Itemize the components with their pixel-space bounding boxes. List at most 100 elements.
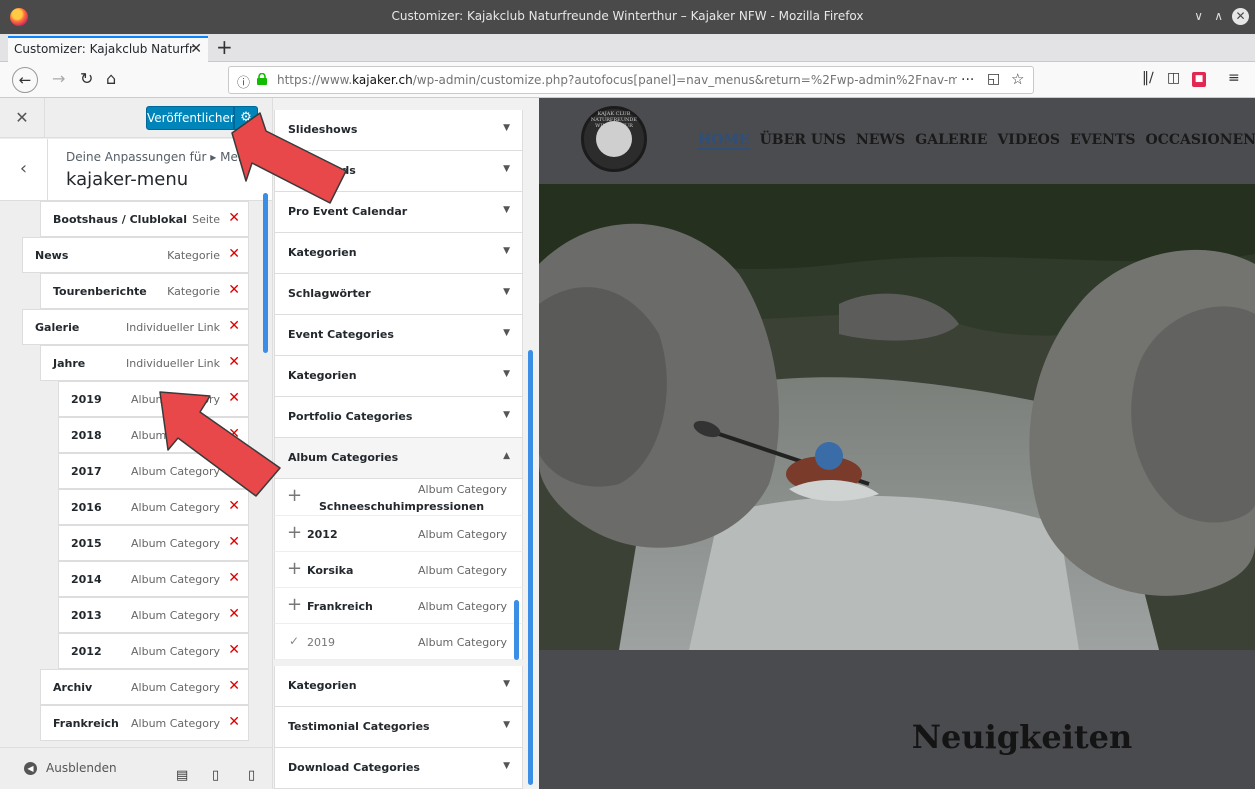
menu-item[interactable]: Archiv Album Category ✕ (40, 669, 249, 705)
delete-item-icon[interactable]: ✕ (228, 426, 240, 442)
menu-item[interactable]: 2016 Album Category ✕ (58, 489, 249, 525)
mobile-preview-icon[interactable]: ▯ (248, 768, 255, 783)
menu-item[interactable]: Tourenberichte Kategorie ✕ (40, 273, 249, 309)
browser-tab[interactable]: Customizer: Kajakclub Naturfr ✕ (8, 36, 208, 62)
info-icon[interactable]: ⓘ (237, 72, 250, 91)
collapse-sidebar-button[interactable]: Ausblenden (46, 761, 117, 775)
available-section[interactable]: Pro Event Calendar ▼ (274, 192, 523, 233)
add-item-icon[interactable]: + (287, 485, 302, 506)
delete-item-icon[interactable]: ✕ (228, 354, 240, 370)
menu-item[interactable]: Galerie Individueller Link ✕ (22, 309, 249, 345)
delete-item-icon[interactable]: ✕ (228, 318, 240, 334)
delete-item-icon[interactable]: ✕ (228, 462, 240, 478)
available-item[interactable]: + Frankreich Album Category (274, 588, 523, 624)
menu-item[interactable]: Jahre Individueller Link ✕ (40, 345, 249, 381)
pocket-icon[interactable]: ◱ (987, 71, 1000, 87)
collapse-arrow-icon[interactable]: ◀ (24, 762, 37, 775)
menu-item[interactable]: 2019 Album Category ✕ (58, 381, 249, 417)
site-nav-item[interactable]: EVENTS (1070, 132, 1136, 148)
new-tab-button[interactable]: + (216, 35, 233, 59)
url-text[interactable]: https://www.kajaker.ch/wp-admin/customiz… (277, 73, 957, 87)
reload-button[interactable]: ↻ (80, 69, 93, 88)
expand-triangle-icon[interactable]: ▼ (503, 410, 510, 420)
available-item[interactable]: + Album Category Schneeschuhimpressionen (274, 479, 523, 516)
available-section[interactable]: Kategorien ▼ (274, 356, 523, 397)
delete-item-icon[interactable]: ✕ (228, 606, 240, 622)
menu-item[interactable]: Frankreich Album Category ✕ (40, 705, 249, 741)
expand-triangle-icon[interactable]: ▼ (503, 246, 510, 256)
menu-item[interactable]: 2013 Album Category ✕ (58, 597, 249, 633)
addon-icon[interactable]: ■ (1192, 72, 1206, 87)
publish-button[interactable]: Veröffentlichen (146, 106, 238, 130)
delete-item-icon[interactable]: ✕ (228, 570, 240, 586)
add-item-icon[interactable]: + (287, 594, 302, 615)
delete-item-icon[interactable]: ✕ (228, 390, 240, 406)
sidebar-scrollbar[interactable] (263, 193, 268, 353)
available-section[interactable]: Downloads ▼ (274, 151, 523, 192)
url-bar[interactable]: ⓘ https://www.kajaker.ch/wp-admin/custom… (228, 66, 1034, 94)
expand-triangle-icon[interactable]: ▼ (503, 720, 510, 730)
tab-close-icon[interactable]: ✕ (190, 41, 202, 57)
menu-item[interactable]: 2012 Album Category ✕ (58, 633, 249, 669)
sidebar-icon[interactable]: ◫ (1167, 70, 1180, 86)
expand-triangle-icon[interactable]: ▼ (503, 369, 510, 379)
add-item-icon[interactable]: + (287, 522, 302, 543)
expand-triangle-icon[interactable]: ▼ (503, 328, 510, 338)
expand-triangle-icon[interactable]: ▼ (503, 761, 510, 771)
delete-item-icon[interactable]: ✕ (228, 642, 240, 658)
site-nav-item[interactable]: GALERIE (915, 132, 987, 148)
minimize-button[interactable]: ∨ (1194, 9, 1203, 23)
available-section[interactable]: Event Categories ▼ (274, 315, 523, 356)
hamburger-menu-icon[interactable]: ≡ (1228, 70, 1240, 86)
expand-triangle-icon[interactable]: ▼ (503, 287, 510, 297)
available-section[interactable]: Testimonial Categories ▼ (274, 707, 523, 748)
available-item[interactable]: ✓ 2019 Album Category (274, 624, 523, 660)
available-section[interactable]: Download Categories ▼ (274, 748, 523, 789)
back-chevron-icon[interactable]: ‹ (0, 139, 48, 201)
desktop-preview-icon[interactable]: ▤ (176, 768, 188, 783)
home-button[interactable]: ⌂ (106, 69, 116, 88)
expand-triangle-icon[interactable]: ▼ (503, 205, 510, 215)
available-section[interactable]: Slideshows ▼ (274, 110, 523, 151)
forward-button[interactable]: → (52, 69, 65, 88)
bookmark-star-icon[interactable]: ☆ (1011, 70, 1024, 88)
page-actions-icon[interactable]: ··· (961, 72, 974, 88)
delete-item-icon[interactable]: ✕ (228, 714, 240, 730)
available-item[interactable]: +2012 Album Category (274, 516, 523, 552)
menu-item[interactable]: 2015 Album Category ✕ (58, 525, 249, 561)
menu-item[interactable]: News Kategorie ✕ (22, 237, 249, 273)
club-logo[interactable]: KAJAK CLUB NATURFREUNDE WINTERTHUR (581, 106, 647, 172)
library-icon[interactable]: ‖∕ (1142, 70, 1154, 86)
expand-triangle-icon[interactable]: ▼ (503, 164, 510, 174)
expand-triangle-icon[interactable]: ▼ (503, 679, 510, 689)
available-item[interactable]: + Korsika Album Category (274, 552, 523, 588)
menu-item[interactable]: 2018 Album Category ✕ (58, 417, 249, 453)
collapse-triangle-icon[interactable]: ▲ (503, 451, 510, 461)
site-nav-item[interactable]: ÜBER UNS (760, 132, 846, 148)
delete-item-icon[interactable]: ✕ (228, 498, 240, 514)
site-nav-item[interactable]: NEWS (856, 132, 905, 148)
site-nav-item[interactable]: OCCASIONEN (1146, 132, 1255, 148)
delete-item-icon[interactable]: ✕ (228, 282, 240, 298)
delete-item-icon[interactable]: ✕ (228, 534, 240, 550)
back-button[interactable]: ← (12, 67, 38, 93)
available-section[interactable]: Schlagwörter ▼ (274, 274, 523, 315)
menu-item[interactable]: Bootshaus / Clublokal Seite ✕ (40, 201, 249, 237)
add-item-icon[interactable]: + (287, 558, 302, 579)
menu-item[interactable]: 2017 Album Category ✕ (58, 453, 249, 489)
delete-item-icon[interactable]: ✕ (228, 210, 240, 226)
close-window-button[interactable]: ✕ (1232, 8, 1249, 25)
delete-item-icon[interactable]: ✕ (228, 246, 240, 262)
menu-item[interactable]: 2014 Album Category ✕ (58, 561, 249, 597)
publish-settings-gear-icon[interactable]: ⚙ (234, 106, 258, 130)
expand-triangle-icon[interactable]: ▼ (503, 123, 510, 133)
album-list-scrollbar[interactable] (514, 600, 519, 660)
close-customizer-button[interactable]: ✕ (0, 98, 45, 138)
available-section[interactable]: Kategorien ▼ (274, 233, 523, 274)
site-nav-item[interactable]: HOME (698, 132, 750, 150)
available-section[interactable]: Portfolio Categories ▼ (274, 397, 523, 438)
available-section[interactable]: Album Categories ▲ (274, 438, 523, 479)
maximize-button[interactable]: ∧ (1214, 9, 1223, 23)
tablet-preview-icon[interactable]: ▯ (212, 768, 219, 783)
site-nav-item[interactable]: VIDEOS (997, 132, 1060, 148)
